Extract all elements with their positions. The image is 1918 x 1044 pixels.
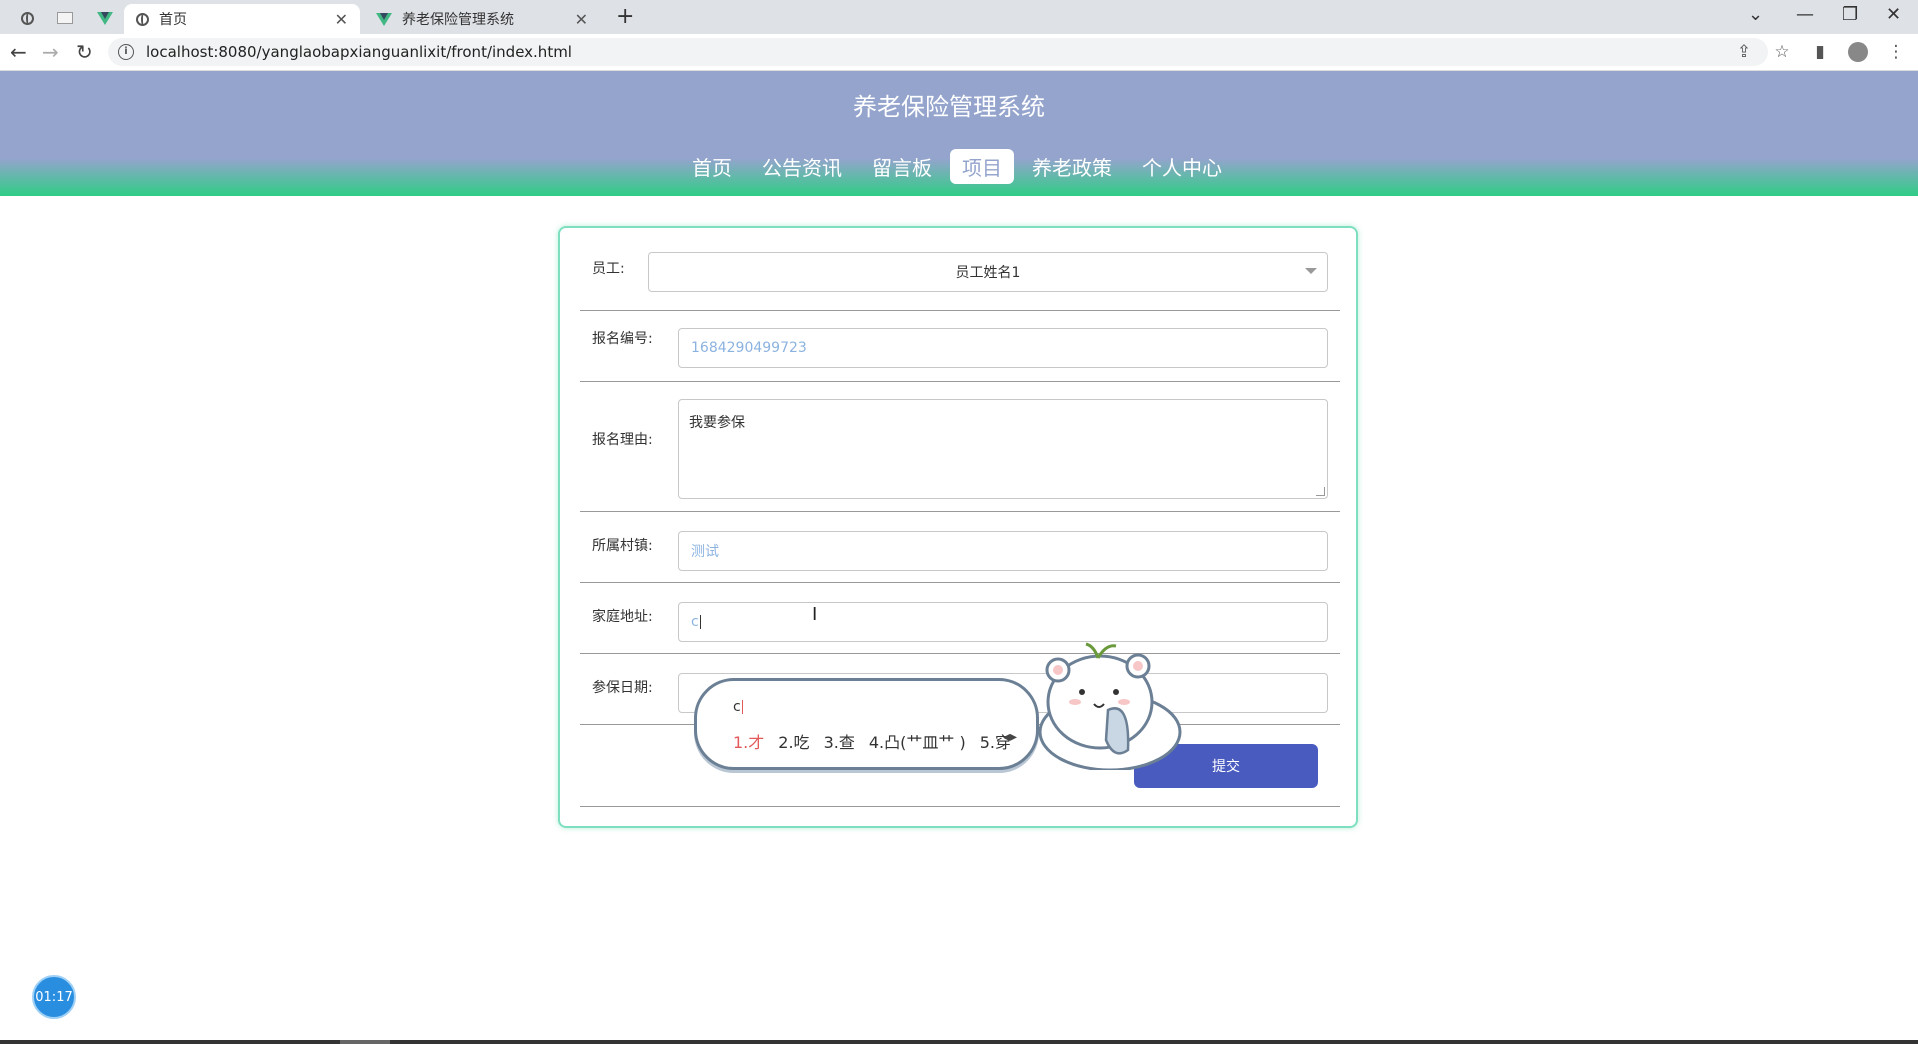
globe-icon [136, 12, 149, 26]
profile-avatar-icon[interactable] [1848, 42, 1868, 67]
ime-candidate[interactable]: 2.吃 [778, 729, 809, 753]
tab-search-chevron-icon[interactable]: ⌄ [1748, 4, 1763, 25]
vue-logo-icon [376, 12, 392, 26]
ime-candidate[interactable]: 3.查 [824, 729, 855, 753]
close-window-button[interactable]: ✕ [1886, 4, 1901, 25]
tab-title: 养老保险管理系统 [402, 12, 514, 28]
recording-timer-badge[interactable]: 01:17 [32, 975, 76, 1019]
site-title: 养老保险管理系统 [853, 93, 1045, 121]
page-icon [57, 12, 73, 24]
menu-kebab-icon[interactable]: ⋮ [1886, 42, 1906, 67]
village-label: 所属村镇: [592, 538, 653, 554]
nav-item-messages[interactable]: 留言板 [860, 149, 944, 184]
ime-candidate[interactable]: 1.才 [733, 729, 764, 753]
chevron-down-icon [1305, 268, 1317, 274]
ime-candidate-popup: c 1.才 2.吃 3.查 4.凸(艹皿艹 ) 5.穿 ◂▸ [694, 678, 1039, 770]
ime-composition-text: c [733, 699, 743, 715]
nav-item-profile[interactable]: 个人中心 [1130, 149, 1234, 184]
toolbar-icons: ⇪ ☆ ▮ ⋮ [1734, 42, 1906, 67]
ime-page-arrows-icon[interactable]: ◂▸ [1003, 729, 1017, 745]
village-input[interactable]: 测试 [678, 531, 1328, 571]
minimize-button[interactable]: — [1796, 4, 1814, 25]
pinned-tab-blank[interactable] [50, 5, 80, 31]
address-label: 家庭地址: [592, 609, 653, 625]
signup-no-input[interactable]: 1684290499723 [678, 328, 1328, 368]
browser-tab-bar: 首页 ✕ 养老保险管理系统 ✕ + ⌄ — ❐ ✕ [0, 0, 1918, 34]
tab-home[interactable]: 首页 ✕ [124, 4, 360, 34]
close-icon[interactable]: ✕ [335, 10, 348, 29]
form-row-signup-no: 报名编号: 1684290499723 [580, 310, 1340, 382]
employee-select[interactable]: 员工姓名1 [648, 252, 1328, 292]
form-row-employee: 员工: 员工姓名1 [580, 248, 1340, 311]
form-row-reason: 报名理由: 我要参保 [580, 381, 1340, 512]
restore-button[interactable]: ❐ [1842, 4, 1858, 25]
village-value: 测试 [691, 544, 719, 560]
employee-label: 员工: [592, 261, 625, 277]
ime-mascot-bear-icon [1038, 642, 1182, 770]
back-arrow-icon[interactable]: ← [10, 40, 27, 64]
url-text: localhost:8080/yanglaobapxianguanlixit/f… [146, 43, 572, 61]
address-value: c [691, 614, 699, 630]
reason-value: 我要参保 [689, 415, 745, 431]
nav-item-news[interactable]: 公告资讯 [750, 149, 854, 184]
signup-no-label: 报名编号: [592, 331, 653, 347]
tab-system[interactable]: 养老保险管理系统 ✕ [364, 4, 600, 34]
site-header: 养老保险管理系统 首页 公告资讯 留言板 项目 养老政策 个人中心 [0, 71, 1918, 196]
address-input[interactable]: c [678, 602, 1328, 642]
ime-candidate[interactable]: 4.凸(艹皿艹 ) [869, 729, 966, 753]
pinned-tab-globe[interactable] [12, 5, 42, 31]
close-icon[interactable]: ✕ [575, 10, 588, 29]
nav-item-policy[interactable]: 养老政策 [1020, 149, 1124, 184]
taskbar-edge [0, 1040, 1918, 1044]
insure-date-label: 参保日期: [592, 680, 653, 696]
side-panel-icon[interactable]: ▮ [1810, 42, 1830, 67]
main-nav: 首页 公告资讯 留言板 项目 养老政策 个人中心 [680, 149, 1240, 184]
reload-icon[interactable]: ↻ [76, 40, 93, 64]
text-cursor-ibeam-icon: I [812, 604, 818, 625]
form-row-village: 所属村镇: 测试 [580, 511, 1340, 583]
pinned-tab-vue[interactable] [90, 5, 120, 31]
share-icon[interactable]: ⇪ [1734, 42, 1754, 67]
tab-title: 首页 [159, 12, 187, 28]
ime-candidate-list: 1.才 2.吃 3.查 4.凸(艹皿艹 ) 5.穿 [733, 729, 1011, 753]
nav-item-home[interactable]: 首页 [680, 149, 744, 184]
bookmark-star-icon[interactable]: ☆ [1772, 42, 1792, 67]
signup-no-value: 1684290499723 [691, 340, 807, 356]
text-caret [699, 615, 701, 629]
nav-item-projects[interactable]: 项目 [950, 149, 1014, 184]
employee-select-value: 员工姓名1 [955, 265, 1021, 281]
vue-logo-icon [97, 11, 113, 25]
form-row-address: 家庭地址: c [580, 582, 1340, 654]
url-field[interactable]: i localhost:8080/yanglaobapxianguanlixit… [108, 38, 1768, 66]
globe-icon [20, 11, 34, 25]
resize-handle-icon[interactable] [1316, 487, 1325, 496]
reason-textarea[interactable]: 我要参保 [678, 399, 1328, 499]
info-icon[interactable]: i [118, 44, 134, 60]
reason-label: 报名理由: [592, 432, 653, 448]
address-bar-row: ← → ↻ i localhost:8080/yanglaobapxiangua… [0, 34, 1918, 71]
forward-arrow-icon[interactable]: → [42, 40, 59, 64]
new-tab-button[interactable]: + [616, 4, 634, 29]
